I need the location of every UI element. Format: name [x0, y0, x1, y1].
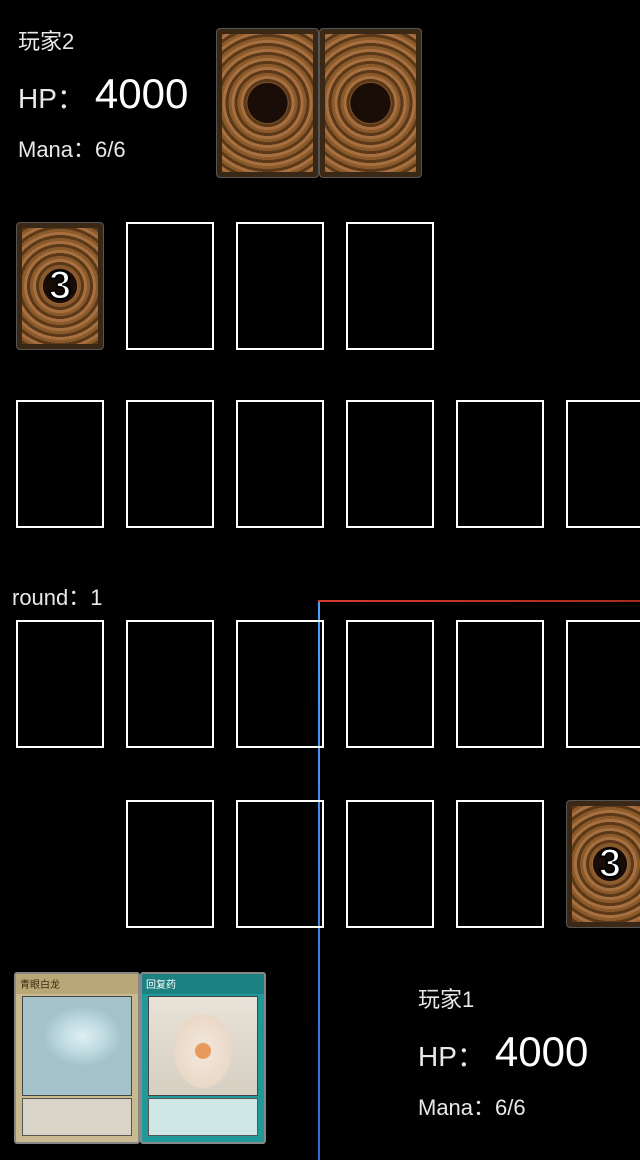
opponent-deck-count: 3	[49, 264, 71, 309]
player-monster-slot[interactable]	[346, 620, 434, 748]
player-deck-count: 3	[599, 842, 621, 887]
opponent-mana: Mana：6/6	[18, 132, 188, 164]
hp-label: HP：	[418, 1035, 485, 1075]
player-hp: HP： 4000	[418, 1028, 588, 1076]
player-monster-slot[interactable]	[456, 620, 544, 748]
opponent-monster-slot[interactable]	[126, 400, 214, 528]
mana-label: Mana：	[18, 137, 95, 162]
player-extra-slot[interactable]	[16, 620, 104, 748]
round-indicator: round：1	[12, 580, 103, 612]
round-value: 1	[90, 585, 102, 610]
player-label: 玩家1	[418, 982, 588, 1014]
opponent-spell-slot[interactable]	[346, 222, 434, 350]
player-hand-card[interactable]: 回复药	[140, 972, 266, 1144]
player-spell-slot[interactable]	[236, 800, 324, 928]
player-stats: 玩家1 HP： 4000 Mana：6/6	[418, 982, 588, 1122]
mana-label: Mana：	[418, 1095, 495, 1120]
player-mana-value: 6/6	[495, 1095, 526, 1120]
player-front-row	[16, 620, 640, 748]
opponent-back-row: 3	[16, 222, 434, 350]
opponent-mana-value: 6/6	[95, 137, 126, 162]
opponent-monster-slot[interactable]	[236, 400, 324, 528]
opponent-front-row	[16, 400, 640, 528]
player-spell-slot[interactable]	[456, 800, 544, 928]
hp-label: HP：	[18, 77, 85, 117]
opponent-monster-slot[interactable]	[346, 400, 434, 528]
opponent-label: 玩家2	[18, 24, 188, 56]
opponent-stats: 玩家2 HP： 4000 Mana：6/6	[18, 24, 188, 164]
opponent-hp-value: 4000	[95, 70, 188, 118]
opponent-spell-slot[interactable]	[236, 222, 324, 350]
player-monster-slot[interactable]	[126, 620, 214, 748]
round-label: round：	[12, 585, 90, 610]
card-art	[148, 996, 258, 1096]
divider-horizontal	[318, 600, 640, 602]
player-hp-value: 4000	[495, 1028, 588, 1076]
player-hand: 青眼白龙 回复药	[14, 972, 266, 1144]
opponent-monster-slot[interactable]	[16, 400, 104, 528]
card-art	[22, 996, 132, 1096]
card-title: 青眼白龙	[16, 974, 138, 994]
opponent-hand	[216, 28, 422, 178]
player-monster-slot[interactable]	[566, 620, 640, 748]
opponent-spell-slot[interactable]	[126, 222, 214, 350]
opponent-hp: HP： 4000	[18, 70, 188, 118]
card-title: 回复药	[142, 974, 264, 994]
opponent-monster-slot[interactable]	[456, 400, 544, 528]
player-monster-slot[interactable]	[236, 620, 324, 748]
player-hand-card[interactable]: 青眼白龙	[14, 972, 140, 1144]
opponent-deck[interactable]: 3	[16, 222, 104, 350]
opponent-hand-card[interactable]	[216, 28, 319, 178]
player-spell-slot[interactable]	[126, 800, 214, 928]
player-mana: Mana：6/6	[418, 1090, 588, 1122]
player-spell-slot[interactable]	[346, 800, 434, 928]
player-deck[interactable]: 3	[566, 800, 640, 928]
card-textbox	[22, 1098, 132, 1136]
player-back-row: 3	[126, 800, 640, 928]
opponent-extra-slot[interactable]	[566, 400, 640, 528]
card-textbox	[148, 1098, 258, 1136]
opponent-hand-card[interactable]	[319, 28, 422, 178]
